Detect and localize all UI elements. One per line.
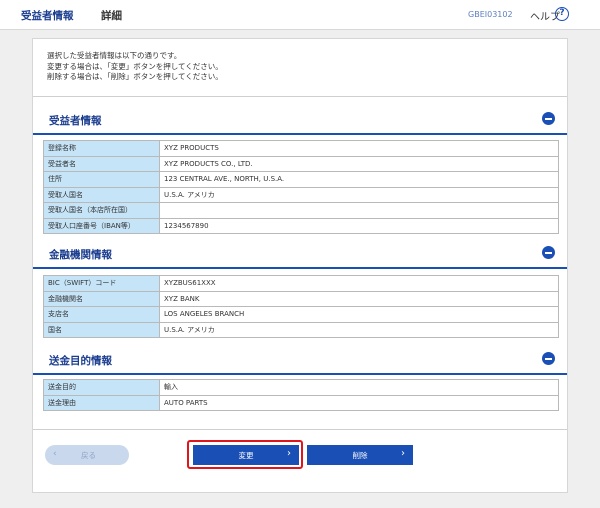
section-header-beneficiary: 受益者情報 [33, 105, 567, 135]
row-value: U.S.A. アメリカ [159, 321, 559, 338]
table-row: 送金目的 輸入 [43, 379, 559, 396]
collapse-icon[interactable] [542, 112, 555, 125]
row-label: 住所 [43, 171, 160, 188]
row-label: 支店名 [43, 306, 160, 323]
row-value: U.S.A. アメリカ [159, 186, 559, 203]
row-value: XYZBUS61XXX [159, 275, 559, 292]
page-subtitle: 詳細 [101, 10, 122, 22]
chevron-left-icon: ‹ [53, 449, 57, 459]
table-row: 送金理由 AUTO PARTS [43, 394, 559, 411]
table-row: BIC（SWIFT）コード XYZBUS61XXX [43, 275, 559, 292]
row-value [159, 202, 559, 219]
table-row: 登録名称 XYZ PRODUCTS [43, 140, 559, 157]
row-label: BIC（SWIFT）コード [43, 275, 160, 292]
row-label: 受取人口座番号（IBAN等） [43, 217, 160, 234]
screen-id: GBEI03102 [468, 10, 513, 19]
section-header-purpose: 送金目的情報 [33, 345, 567, 375]
table-row: 国名 U.S.A. アメリカ [43, 321, 559, 338]
section-title: 受益者情報 [49, 115, 102, 127]
chevron-right-icon: › [401, 448, 405, 459]
row-label: 登録名称 [43, 140, 160, 157]
section-underline [33, 267, 567, 269]
beneficiary-table: 登録名称 XYZ PRODUCTS 受益者名 XYZ PRODUCTS CO., L… [43, 140, 559, 234]
section-header-bank: 金融機関情報 [33, 239, 567, 269]
row-label: 送金理由 [43, 394, 160, 411]
row-label: 金融機関名 [43, 290, 160, 307]
detail-card: 選択した受益者情報は以下の通りです。 変更する場合は、「変更」ボタンを押してくだ… [32, 38, 568, 493]
row-value: XYZ PRODUCTS CO., LTD. [159, 155, 559, 172]
collapse-icon[interactable] [542, 352, 555, 365]
table-row: 金融機関名 XYZ BANK [43, 290, 559, 307]
section-title: 金融機関情報 [49, 249, 112, 261]
row-value: 輸入 [159, 379, 559, 396]
help-icon[interactable]: ? [555, 7, 569, 21]
table-row: 受取人口座番号（IBAN等） 1234567890 [43, 217, 559, 234]
table-row: 受取人国名（本店所在国） [43, 202, 559, 219]
section-title: 送金目的情報 [49, 355, 112, 367]
delete-button-label: 削除 [352, 451, 368, 460]
row-label: 国名 [43, 321, 160, 338]
page-title: 受益者情報 [21, 10, 74, 22]
notice-text: 選択した受益者情報は以下の通りです。 変更する場合は、「変更」ボタンを押してくだ… [47, 51, 223, 83]
table-row: 受益者名 XYZ PRODUCTS CO., LTD. [43, 155, 559, 172]
row-label: 送金目的 [43, 379, 160, 396]
row-value: LOS ANGELES BRANCH [159, 306, 559, 323]
delete-button[interactable]: 削除 › [307, 445, 413, 465]
row-value: 123 CENTRAL AVE., NORTH, U.S.A. [159, 171, 559, 188]
chevron-right-icon: › [287, 448, 291, 459]
notice-line: 変更する場合は、「変更」ボタンを押してください。 [47, 61, 223, 71]
row-label: 受取人国名（本店所在国） [43, 202, 160, 219]
row-value: 1234567890 [159, 217, 559, 234]
row-value: XYZ BANK [159, 290, 559, 307]
section-underline [33, 133, 567, 135]
bank-table: BIC（SWIFT）コード XYZBUS61XXX 金融機関名 XYZ BANK 支… [43, 275, 559, 338]
collapse-icon[interactable] [542, 246, 555, 259]
table-row: 住所 123 CENTRAL AVE., NORTH, U.S.A. [43, 171, 559, 188]
divider [33, 96, 567, 97]
back-button-label: 戻る [81, 451, 96, 460]
notice-line: 選択した受益者情報は以下の通りです。 [47, 51, 182, 60]
section-underline [33, 373, 567, 375]
top-bar: 受益者情報 詳細 GBEI03102 ヘルプ ? [0, 0, 600, 30]
purpose-table: 送金目的 輸入 送金理由 AUTO PARTS [43, 379, 559, 411]
change-button-label: 変更 [238, 451, 254, 460]
row-label: 受取人国名 [43, 186, 160, 203]
row-value: XYZ PRODUCTS [159, 140, 559, 157]
table-row: 受取人国名 U.S.A. アメリカ [43, 186, 559, 203]
row-value: AUTO PARTS [159, 394, 559, 411]
table-row: 支店名 LOS ANGELES BRANCH [43, 306, 559, 323]
change-button[interactable]: 変更 › [193, 445, 299, 465]
back-button[interactable]: ‹ 戻る [45, 445, 129, 465]
row-label: 受益者名 [43, 155, 160, 172]
divider [33, 429, 567, 430]
notice-line: 削除する場合は、「削除」ボタンを押してください。 [47, 72, 223, 81]
